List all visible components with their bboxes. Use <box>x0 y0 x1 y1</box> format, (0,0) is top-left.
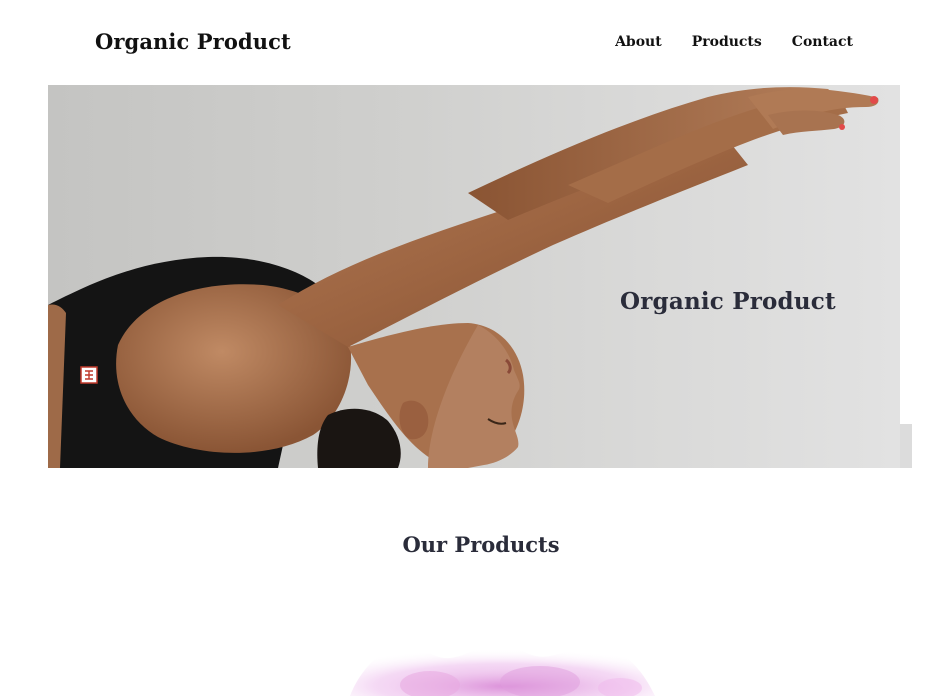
nav-link-products[interactable]: Products <box>692 34 762 50</box>
hero-image <box>48 87 879 468</box>
products-section-title: Our Products <box>402 532 560 557</box>
watercolor-decoration <box>330 630 670 696</box>
hero-image-edge <box>900 424 912 468</box>
hero-title: Organic Product <box>620 288 836 315</box>
page: Organic Product About Products Contact O… <box>0 0 945 696</box>
site-header: Organic Product About Products Contact <box>0 0 945 84</box>
nav-link-contact[interactable]: Contact <box>792 34 853 50</box>
nav-link-about[interactable]: About <box>615 34 662 50</box>
brand-logo[interactable]: Organic Product <box>95 29 291 54</box>
main-nav: About Products Contact <box>615 34 853 50</box>
hero-banner: Organic Product <box>48 85 900 468</box>
